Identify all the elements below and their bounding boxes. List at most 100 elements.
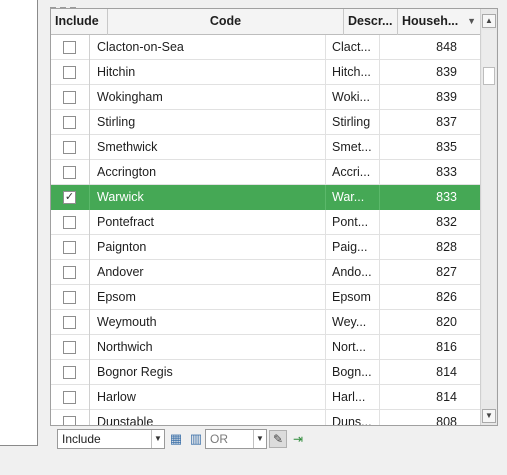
code-cell[interactable]: Pontefract (90, 210, 326, 235)
include-checkbox-cell[interactable] (51, 110, 90, 135)
include-checkbox-cell[interactable] (51, 410, 90, 425)
include-checkbox-cell[interactable] (51, 210, 90, 235)
table-row[interactable]: Smethwick Smet... 835 (51, 135, 481, 160)
data-grid[interactable]: Include Code Descr... Househ... ▼ Clacto… (50, 8, 498, 426)
include-checkbox-cell[interactable] (51, 335, 90, 360)
code-cell[interactable]: Paignton (90, 235, 326, 260)
scroll-up-icon[interactable]: ▲ (482, 14, 496, 28)
code-cell[interactable]: Smethwick (90, 135, 326, 160)
code-cell[interactable]: Weymouth (90, 310, 326, 335)
include-checkbox-cell[interactable] (51, 260, 90, 285)
households-cell[interactable]: 808 (380, 410, 463, 425)
description-cell[interactable]: Duns... (326, 410, 380, 425)
code-cell[interactable]: Warwick (90, 185, 326, 210)
include-checkbox[interactable] (63, 391, 76, 404)
filter-editor-icon[interactable]: ▦ (167, 430, 185, 448)
include-checkbox[interactable] (63, 266, 76, 279)
include-checkbox[interactable] (63, 166, 76, 179)
include-checkbox-cell[interactable] (51, 360, 90, 385)
description-cell[interactable]: Stirling (326, 110, 380, 135)
include-checkbox[interactable] (63, 366, 76, 379)
grid-view-icon[interactable]: ▥ (187, 430, 205, 448)
include-checkbox[interactable] (63, 41, 76, 54)
code-cell[interactable]: Dunstable (90, 410, 326, 425)
code-cell[interactable]: Clacton-on-Sea (90, 35, 326, 60)
include-checkbox-cell[interactable] (51, 135, 90, 160)
vertical-scrollbar[interactable]: ▲ ▼ (480, 9, 497, 425)
description-cell[interactable]: Harl... (326, 385, 380, 410)
households-cell[interactable]: 814 (380, 360, 463, 385)
households-cell[interactable]: 816 (380, 335, 463, 360)
table-row[interactable]: Andover Ando... 827 (51, 260, 481, 285)
include-checkbox[interactable] (63, 316, 76, 329)
code-cell[interactable]: Andover (90, 260, 326, 285)
include-checkbox[interactable] (63, 416, 76, 425)
code-cell[interactable]: Stirling (90, 110, 326, 135)
description-cell[interactable]: Ando... (326, 260, 380, 285)
code-cell[interactable]: Bognor Regis (90, 360, 326, 385)
households-cell[interactable]: 835 (380, 135, 463, 160)
households-cell[interactable]: 828 (380, 235, 463, 260)
include-checkbox-cell[interactable] (51, 60, 90, 85)
households-cell[interactable]: 839 (380, 85, 463, 110)
chevron-down-icon[interactable]: ▼ (151, 430, 164, 448)
column-header-description[interactable]: Descr... (344, 9, 398, 35)
include-checkbox[interactable] (63, 291, 76, 304)
description-cell[interactable]: Woki... (326, 85, 380, 110)
scrollbar-thumb[interactable] (483, 67, 495, 85)
description-cell[interactable]: War... (326, 185, 380, 210)
table-row[interactable]: Epsom Epsom 826 (51, 285, 481, 310)
description-cell[interactable]: Epsom (326, 285, 380, 310)
column-header-include[interactable]: Include (51, 9, 108, 35)
include-checkbox[interactable] (63, 91, 76, 104)
include-checkbox-cell[interactable] (51, 235, 90, 260)
table-row[interactable]: Pontefract Pont... 832 (51, 210, 481, 235)
column-header-households[interactable]: Househ... ▼ (398, 9, 481, 35)
include-checkbox[interactable] (63, 341, 76, 354)
include-checkbox-cell[interactable] (51, 385, 90, 410)
description-cell[interactable]: Smet... (326, 135, 380, 160)
code-cell[interactable]: Harlow (90, 385, 326, 410)
include-checkbox[interactable]: ✓ (63, 191, 76, 204)
households-cell[interactable]: 839 (380, 60, 463, 85)
include-checkbox-cell[interactable] (51, 285, 90, 310)
include-checkbox-cell[interactable] (51, 160, 90, 185)
table-row[interactable]: Clacton-on-Sea Clact... 848 (51, 35, 481, 60)
filter-operator-select[interactable]: OR ▼ (205, 429, 267, 449)
include-checkbox-cell[interactable] (51, 85, 90, 110)
include-checkbox[interactable] (63, 66, 76, 79)
scroll-down-icon[interactable]: ▼ (482, 409, 496, 423)
description-cell[interactable]: Nort... (326, 335, 380, 360)
apply-filter-icon[interactable]: ⇥ (289, 430, 307, 448)
description-cell[interactable]: Accri... (326, 160, 380, 185)
include-checkbox[interactable] (63, 241, 76, 254)
edit-pen-icon[interactable]: ✎ (269, 430, 287, 448)
households-cell[interactable]: 832 (380, 210, 463, 235)
code-cell[interactable]: Accrington (90, 160, 326, 185)
description-cell[interactable]: Wey... (326, 310, 380, 335)
include-checkbox-cell[interactable] (51, 35, 90, 60)
table-row[interactable]: Northwich Nort... 816 (51, 335, 481, 360)
include-checkbox[interactable] (63, 216, 76, 229)
table-row[interactable]: Dunstable Duns... 808 (51, 410, 481, 425)
table-row[interactable]: Bognor Regis Bogn... 814 (51, 360, 481, 385)
table-row[interactable]: Weymouth Wey... 820 (51, 310, 481, 335)
include-checkbox-cell[interactable] (51, 310, 90, 335)
include-checkbox[interactable] (63, 141, 76, 154)
scrollbar-track[interactable] (482, 30, 496, 400)
include-checkbox[interactable] (63, 116, 76, 129)
code-cell[interactable]: Northwich (90, 335, 326, 360)
households-cell[interactable]: 826 (380, 285, 463, 310)
households-cell[interactable]: 833 (380, 185, 463, 210)
table-row[interactable]: Stirling Stirling 837 (51, 110, 481, 135)
households-cell[interactable]: 827 (380, 260, 463, 285)
households-cell[interactable]: 833 (380, 160, 463, 185)
households-cell[interactable]: 848 (380, 35, 463, 60)
table-row[interactable]: Harlow Harl... 814 (51, 385, 481, 410)
table-row[interactable]: ✓ Warwick War... 833 (51, 185, 481, 210)
table-row[interactable]: Wokingham Woki... 839 (51, 85, 481, 110)
description-cell[interactable]: Paig... (326, 235, 380, 260)
table-row[interactable]: Hitchin Hitch... 839 (51, 60, 481, 85)
table-row[interactable]: Accrington Accri... 833 (51, 160, 481, 185)
filter-field-select[interactable]: Include ▼ (57, 429, 165, 449)
